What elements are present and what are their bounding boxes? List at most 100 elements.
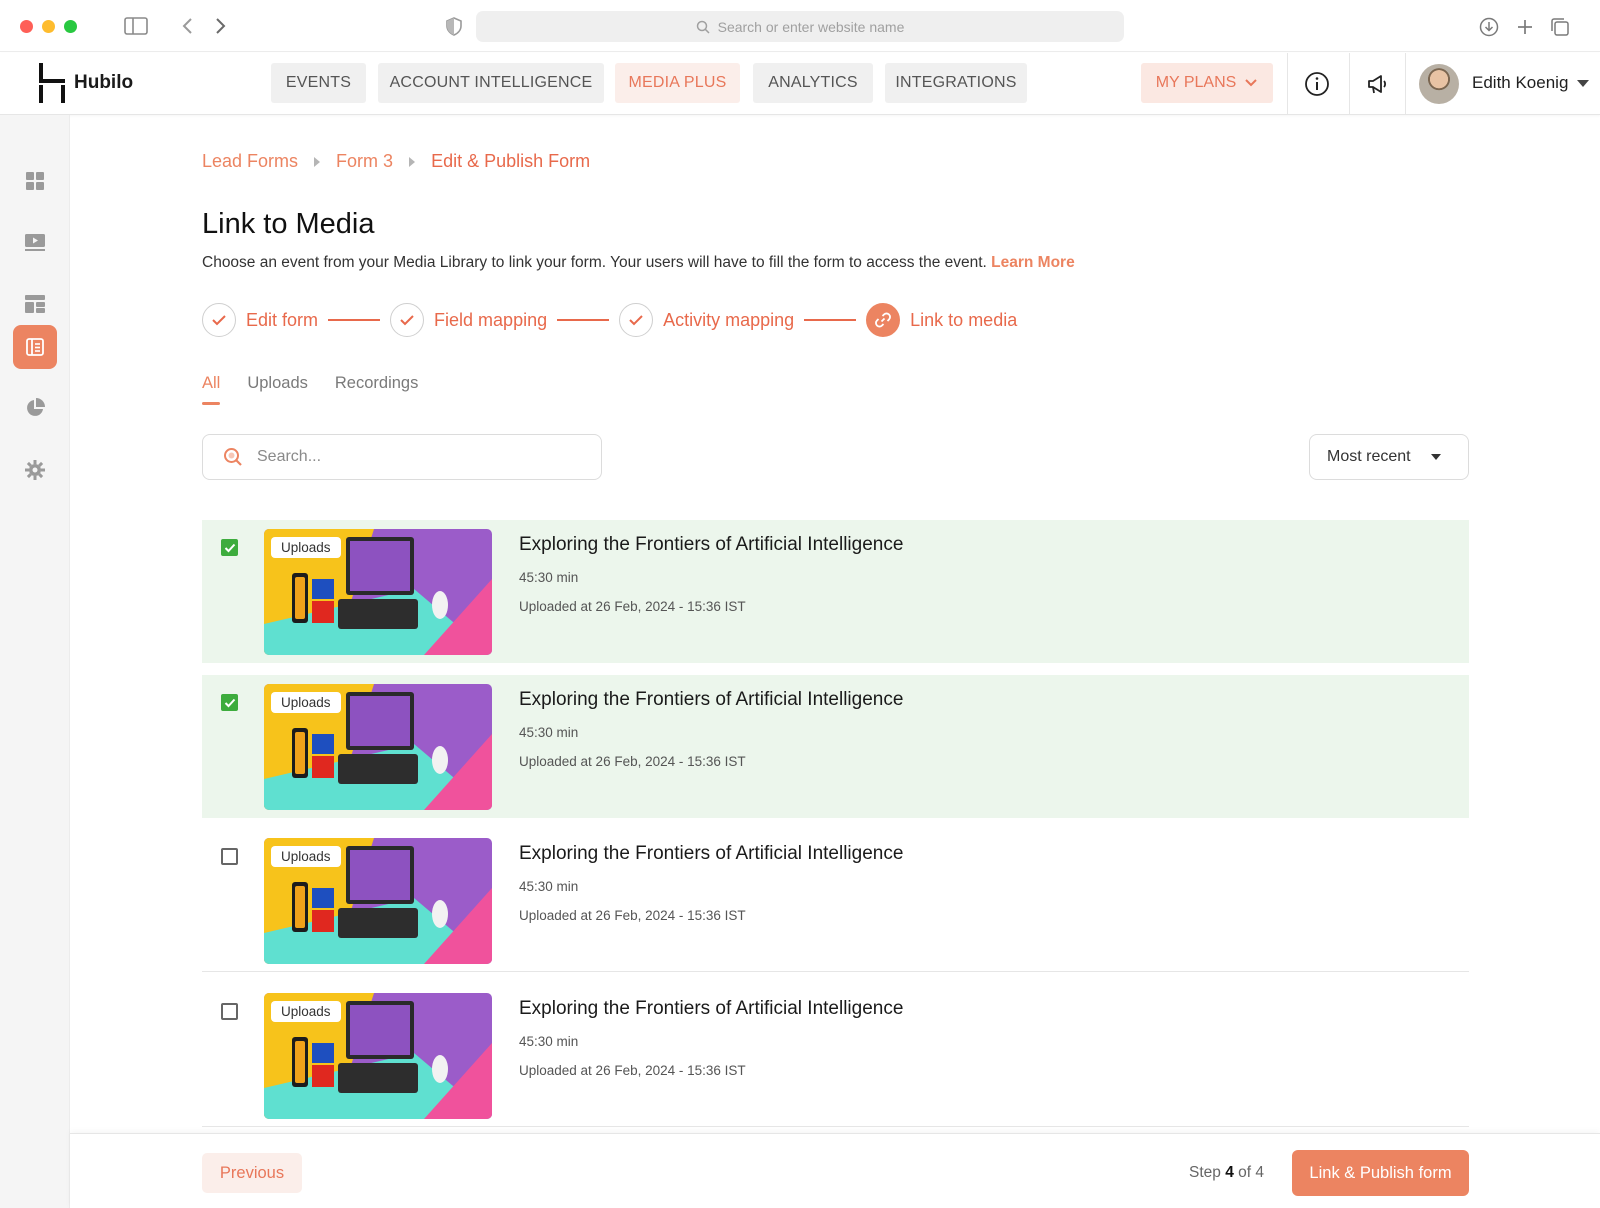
media-type-badge: Uploads bbox=[271, 692, 341, 713]
step-current: 4 bbox=[1225, 1164, 1234, 1181]
step-activity-mapping[interactable]: Activity mapping bbox=[619, 303, 794, 337]
step-connector bbox=[557, 319, 610, 321]
media-title: Exploring the Frontiers of Artificial In… bbox=[519, 998, 904, 1019]
header-divider bbox=[1349, 53, 1350, 115]
media-title: Exploring the Frontiers of Artificial In… bbox=[519, 843, 904, 864]
media-title: Exploring the Frontiers of Artificial In… bbox=[519, 534, 904, 555]
media-row[interactable]: Uploads Exploring the Frontiers of Artifi… bbox=[202, 675, 1469, 818]
check-icon bbox=[202, 303, 236, 337]
nav-media-plus-label: MEDIA PLUS bbox=[628, 74, 727, 91]
app-header: Hubilo EVENTS ACCOUNT INTELLIGENCE MEDIA… bbox=[0, 53, 1600, 115]
window-zoom-button[interactable] bbox=[64, 20, 77, 33]
media-thumbnail: Uploads bbox=[264, 684, 492, 810]
step-edit-form[interactable]: Edit form bbox=[202, 303, 318, 337]
step-connector bbox=[328, 319, 381, 321]
hubilo-logo[interactable]: Hubilo bbox=[38, 63, 133, 103]
megaphone-icon[interactable] bbox=[1363, 69, 1393, 99]
nav-events[interactable]: EVENTS bbox=[271, 63, 366, 103]
hubilo-logo-mark bbox=[38, 63, 66, 103]
sidebar-item-settings[interactable] bbox=[13, 448, 57, 492]
check-icon bbox=[224, 698, 235, 707]
nav-media-plus[interactable]: MEDIA PLUS bbox=[615, 63, 740, 103]
nav-events-label: EVENTS bbox=[285, 74, 352, 91]
dashboard-grid-icon bbox=[26, 172, 44, 190]
tab-all[interactable]: All bbox=[202, 374, 221, 405]
pie-chart-icon bbox=[27, 398, 45, 416]
sidebar-item-dashboard[interactable] bbox=[13, 159, 57, 203]
media-type-badge: Uploads bbox=[271, 537, 341, 558]
sort-dropdown[interactable]: Most recent bbox=[1309, 434, 1469, 480]
sidebar-item-layout[interactable] bbox=[13, 282, 57, 326]
form-icon bbox=[26, 338, 44, 356]
link-publish-form-button[interactable]: Link & Publish form bbox=[1292, 1150, 1469, 1196]
step-label: Link to media bbox=[910, 309, 1018, 330]
tab-uploads[interactable]: Uploads bbox=[247, 374, 308, 405]
sort-selected-value: Most recent bbox=[1327, 448, 1411, 465]
nav-integrations[interactable]: INTEGRATIONS bbox=[885, 63, 1027, 103]
breadcrumb-lead-forms[interactable]: Lead Forms bbox=[202, 151, 298, 172]
media-checkbox[interactable] bbox=[221, 539, 238, 556]
tab-overview-icon[interactable] bbox=[1549, 16, 1571, 38]
step-indicator: Step 4 of 4 bbox=[1189, 1164, 1264, 1182]
search-placeholder: Search... bbox=[257, 448, 322, 465]
media-upload-date: Uploaded at 26 Feb, 2024 - 15:36 IST bbox=[519, 754, 746, 769]
caret-down-icon bbox=[1430, 454, 1441, 460]
layout-icon bbox=[25, 295, 45, 313]
user-avatar[interactable] bbox=[1419, 64, 1459, 104]
logo-text: Hubilo bbox=[74, 72, 134, 93]
search-icon bbox=[224, 448, 242, 466]
media-type-badge: Uploads bbox=[271, 1001, 341, 1022]
nav-analytics[interactable]: ANALYTICS bbox=[753, 63, 873, 103]
media-checkbox[interactable] bbox=[221, 1003, 238, 1020]
window-close-button[interactable] bbox=[20, 20, 33, 33]
media-thumbnail: Uploads bbox=[264, 529, 492, 655]
nav-account-intelligence[interactable]: ACCOUNT INTELLIGENCE bbox=[378, 63, 604, 103]
learn-more-link[interactable]: Learn More bbox=[991, 254, 1075, 271]
step-field-mapping[interactable]: Field mapping bbox=[390, 303, 547, 337]
back-arrow-icon[interactable] bbox=[178, 16, 196, 36]
media-checkbox[interactable] bbox=[221, 848, 238, 865]
user-name[interactable]: Edith Koenig bbox=[1472, 73, 1568, 93]
video-play-icon bbox=[25, 234, 45, 251]
user-menu-caret-icon[interactable] bbox=[1577, 80, 1589, 87]
chevron-down-icon bbox=[1245, 79, 1258, 87]
new-tab-plus-icon[interactable] bbox=[1514, 16, 1536, 38]
window-minimize-button[interactable] bbox=[42, 20, 55, 33]
media-thumbnail: Uploads bbox=[264, 993, 492, 1119]
search-icon bbox=[696, 20, 710, 34]
breadcrumb-form-3[interactable]: Form 3 bbox=[336, 151, 393, 172]
description-text: Choose an event from your Media Library … bbox=[202, 254, 987, 271]
step-prefix: Step bbox=[1189, 1164, 1221, 1181]
media-duration: 45:30 min bbox=[519, 879, 579, 894]
url-bar[interactable]: Search or enter website name bbox=[476, 11, 1124, 42]
sidebar-item-videos[interactable] bbox=[13, 220, 57, 264]
breadcrumb-separator-icon bbox=[409, 156, 416, 167]
media-title: Exploring the Frontiers of Artificial In… bbox=[519, 689, 904, 710]
check-icon bbox=[224, 543, 235, 552]
sidebar-item-forms[interactable] bbox=[13, 325, 57, 369]
info-icon[interactable] bbox=[1302, 69, 1332, 99]
tab-recordings[interactable]: Recordings bbox=[335, 374, 418, 405]
previous-button[interactable]: Previous bbox=[202, 1153, 302, 1193]
media-row[interactable]: Uploads Exploring the Frontiers of Artifi… bbox=[202, 829, 1469, 972]
step-link-to-media[interactable]: Link to media bbox=[866, 303, 1017, 337]
url-placeholder: Search or enter website name bbox=[717, 18, 905, 35]
forward-arrow-icon[interactable] bbox=[212, 16, 230, 36]
media-row[interactable]: Uploads Exploring the Frontiers of Artifi… bbox=[202, 984, 1469, 1127]
media-thumbnail: Uploads bbox=[264, 838, 492, 964]
sidebar-item-analytics[interactable] bbox=[13, 386, 57, 430]
media-upload-date: Uploaded at 26 Feb, 2024 - 15:36 IST bbox=[519, 599, 746, 614]
progress-stepper: Edit form Field mapping Activity mapping… bbox=[202, 303, 1017, 337]
sidebar-toggle-icon[interactable] bbox=[124, 16, 148, 36]
download-icon[interactable] bbox=[1478, 16, 1500, 38]
header-divider bbox=[1287, 53, 1288, 115]
media-row[interactable]: Uploads Exploring the Frontiers of Artifi… bbox=[202, 520, 1469, 663]
step-connector bbox=[804, 319, 857, 321]
media-duration: 45:30 min bbox=[519, 725, 579, 740]
page-description: Choose an event from your Media Library … bbox=[202, 254, 1075, 272]
media-checkbox[interactable] bbox=[221, 694, 238, 711]
media-search-input[interactable]: Search... bbox=[202, 434, 602, 480]
step-label: Edit form bbox=[246, 309, 319, 330]
step-label: Field mapping bbox=[434, 309, 548, 330]
my-plans-button[interactable]: MY PLANS bbox=[1141, 63, 1273, 103]
